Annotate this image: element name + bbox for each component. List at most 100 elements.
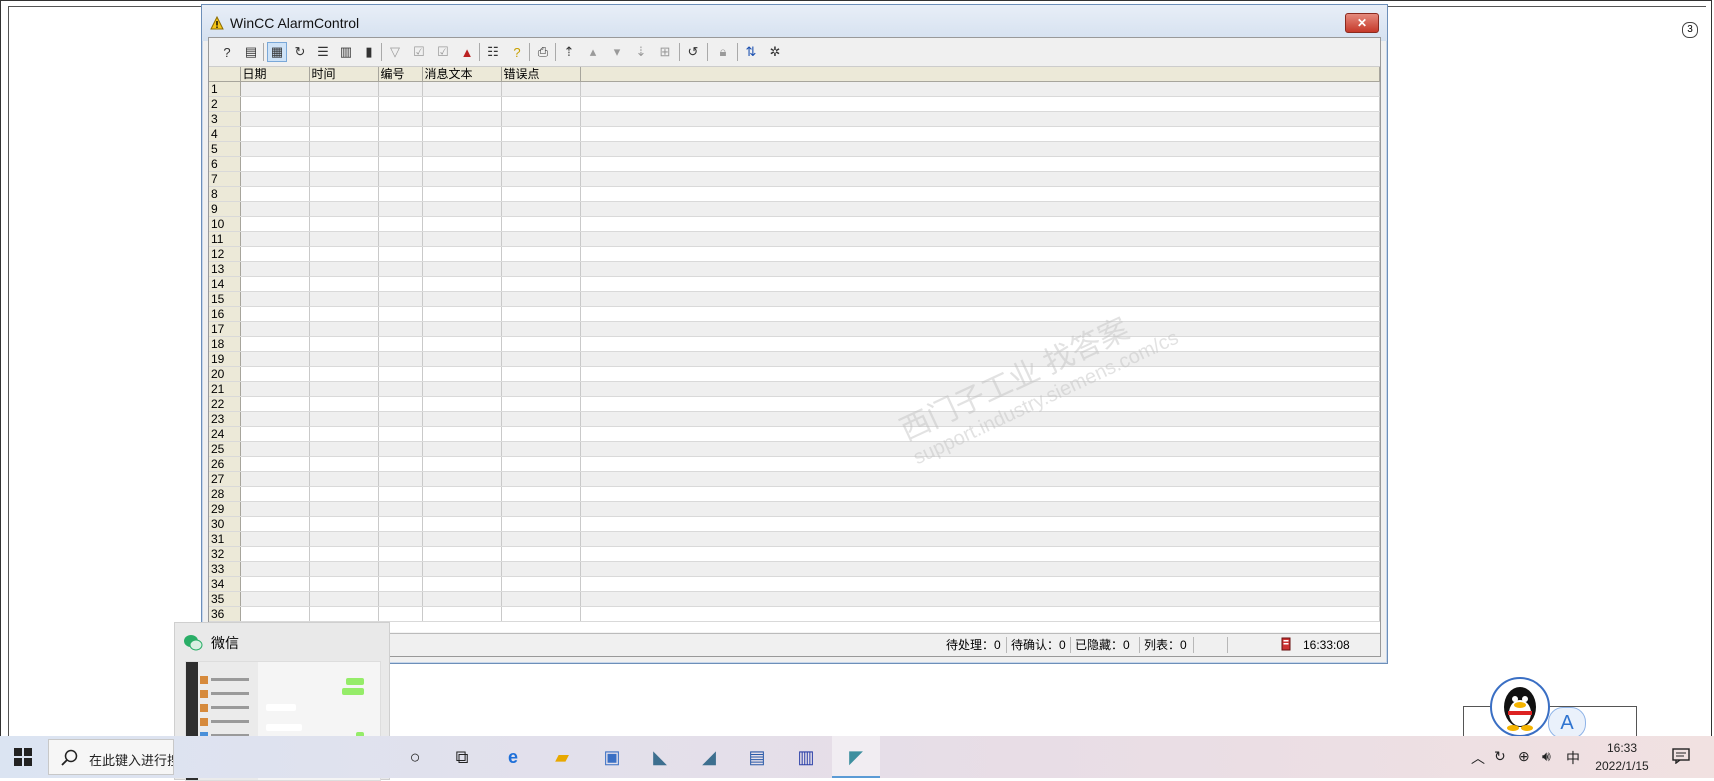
table-cell[interactable] bbox=[378, 441, 423, 457]
table-cell[interactable] bbox=[501, 336, 581, 352]
lock-icon[interactable]: 🔒︎ bbox=[713, 42, 733, 62]
table-cell[interactable] bbox=[378, 456, 423, 472]
table-cell[interactable] bbox=[240, 441, 310, 457]
help-icon[interactable]: ? bbox=[217, 42, 237, 62]
table-row[interactable]: 11 bbox=[209, 231, 1380, 247]
table-cell[interactable] bbox=[309, 576, 379, 592]
window-titlebar[interactable]: WinCC AlarmControl ✕ bbox=[202, 5, 1387, 41]
table-cell[interactable] bbox=[378, 396, 423, 412]
row-number[interactable]: 32 bbox=[209, 546, 241, 562]
table-cell[interactable] bbox=[501, 546, 581, 562]
table-cell[interactable] bbox=[422, 141, 502, 157]
table-cell[interactable] bbox=[309, 231, 379, 247]
table-row[interactable]: 35 bbox=[209, 591, 1380, 607]
table-cell[interactable] bbox=[580, 501, 1380, 517]
table-cell[interactable] bbox=[309, 456, 379, 472]
table-cell[interactable] bbox=[501, 81, 581, 97]
table-row[interactable]: 22 bbox=[209, 396, 1380, 412]
row-number[interactable]: 6 bbox=[209, 156, 241, 172]
row-number[interactable]: 31 bbox=[209, 531, 241, 547]
table-cell[interactable] bbox=[580, 291, 1380, 307]
table-cell[interactable] bbox=[580, 321, 1380, 337]
table-cell[interactable] bbox=[422, 471, 502, 487]
row-number[interactable]: 29 bbox=[209, 501, 241, 517]
row-number[interactable]: 16 bbox=[209, 306, 241, 322]
table-cell[interactable] bbox=[422, 561, 502, 577]
table-cell[interactable] bbox=[309, 486, 379, 502]
table-cell[interactable] bbox=[309, 141, 379, 157]
table-cell[interactable] bbox=[580, 486, 1380, 502]
table-cell[interactable] bbox=[422, 576, 502, 592]
table-cell[interactable] bbox=[240, 501, 310, 517]
row-number[interactable]: 14 bbox=[209, 276, 241, 292]
wincc-graphics-designer-icon[interactable]: ◢ bbox=[694, 742, 724, 772]
taskbar-clock[interactable]: 16:33 2022/1/15 bbox=[1587, 739, 1657, 775]
table-cell[interactable] bbox=[580, 186, 1380, 202]
table-cell[interactable] bbox=[378, 171, 423, 187]
table-cell[interactable] bbox=[378, 531, 423, 547]
table-cell[interactable] bbox=[501, 306, 581, 322]
table-row[interactable]: 15 bbox=[209, 291, 1380, 307]
table-cell[interactable] bbox=[309, 546, 379, 562]
table-cell[interactable] bbox=[378, 576, 423, 592]
qq-input-method-badge[interactable]: A bbox=[1548, 707, 1586, 739]
table-cell[interactable] bbox=[501, 576, 581, 592]
show-hidden-icons-chevron-icon[interactable]: ︿ bbox=[1471, 748, 1485, 768]
table-cell[interactable] bbox=[240, 156, 310, 172]
table-cell[interactable] bbox=[580, 96, 1380, 112]
table-row[interactable]: 1 bbox=[209, 81, 1380, 97]
sort-icon[interactable]: ⇅ bbox=[741, 42, 761, 62]
close-button[interactable]: ✕ bbox=[1345, 13, 1379, 33]
row-number[interactable]: 33 bbox=[209, 561, 241, 577]
table-cell[interactable] bbox=[240, 321, 310, 337]
table-cell[interactable] bbox=[501, 171, 581, 187]
table-cell[interactable] bbox=[378, 186, 423, 202]
table-row[interactable]: 25 bbox=[209, 441, 1380, 457]
table-cell[interactable] bbox=[240, 246, 310, 262]
info-text-icon[interactable]: ? bbox=[507, 42, 527, 62]
taskbar-search-box[interactable]: 在此键入进行搜索 bbox=[48, 739, 174, 775]
table-cell[interactable] bbox=[378, 81, 423, 97]
table-cell[interactable] bbox=[501, 201, 581, 217]
row-number[interactable]: 17 bbox=[209, 321, 241, 337]
table-cell[interactable] bbox=[580, 441, 1380, 457]
table-cell[interactable] bbox=[240, 186, 310, 202]
table-cell[interactable] bbox=[422, 366, 502, 382]
table-cell[interactable] bbox=[422, 276, 502, 292]
table-cell[interactable] bbox=[501, 126, 581, 142]
table-row[interactable]: 26 bbox=[209, 456, 1380, 472]
table-cell[interactable] bbox=[501, 396, 581, 412]
qq-penguin-icon[interactable] bbox=[1490, 677, 1550, 737]
input-method-indicator[interactable]: 中 bbox=[1566, 748, 1580, 768]
table-cell[interactable] bbox=[580, 456, 1380, 472]
first-message-icon[interactable]: ⇡ bbox=[559, 42, 579, 62]
table-cell[interactable] bbox=[309, 531, 379, 547]
table-cell[interactable] bbox=[378, 306, 423, 322]
row-number[interactable]: 13 bbox=[209, 261, 241, 277]
table-row[interactable]: 16 bbox=[209, 306, 1380, 322]
table-cell[interactable] bbox=[309, 441, 379, 457]
table-row[interactable]: 19 bbox=[209, 351, 1380, 367]
table-cell[interactable] bbox=[422, 516, 502, 532]
table-cell[interactable] bbox=[580, 561, 1380, 577]
table-cell[interactable] bbox=[309, 471, 379, 487]
autoscroll-icon[interactable]: ↺ bbox=[683, 42, 703, 62]
table-row[interactable]: 17 bbox=[209, 321, 1380, 337]
table-cell[interactable] bbox=[580, 231, 1380, 247]
loop-in-alarm-icon[interactable]: ⊞ bbox=[655, 42, 675, 62]
table-row[interactable]: 20 bbox=[209, 366, 1380, 382]
table-cell[interactable] bbox=[240, 306, 310, 322]
table-cell[interactable] bbox=[501, 291, 581, 307]
table-cell[interactable] bbox=[422, 411, 502, 427]
table-cell[interactable] bbox=[378, 381, 423, 397]
statistics-icon[interactable]: ▮ bbox=[359, 42, 379, 62]
table-row[interactable]: 10 bbox=[209, 216, 1380, 232]
table-cell[interactable] bbox=[580, 306, 1380, 322]
wincc-runtime-icon[interactable]: ◤ bbox=[841, 742, 871, 772]
table-cell[interactable] bbox=[309, 96, 379, 112]
table-cell[interactable] bbox=[309, 216, 379, 232]
table-cell[interactable] bbox=[378, 291, 423, 307]
row-number[interactable]: 9 bbox=[209, 201, 241, 217]
table-cell[interactable] bbox=[240, 381, 310, 397]
table-row[interactable]: 5 bbox=[209, 141, 1380, 157]
